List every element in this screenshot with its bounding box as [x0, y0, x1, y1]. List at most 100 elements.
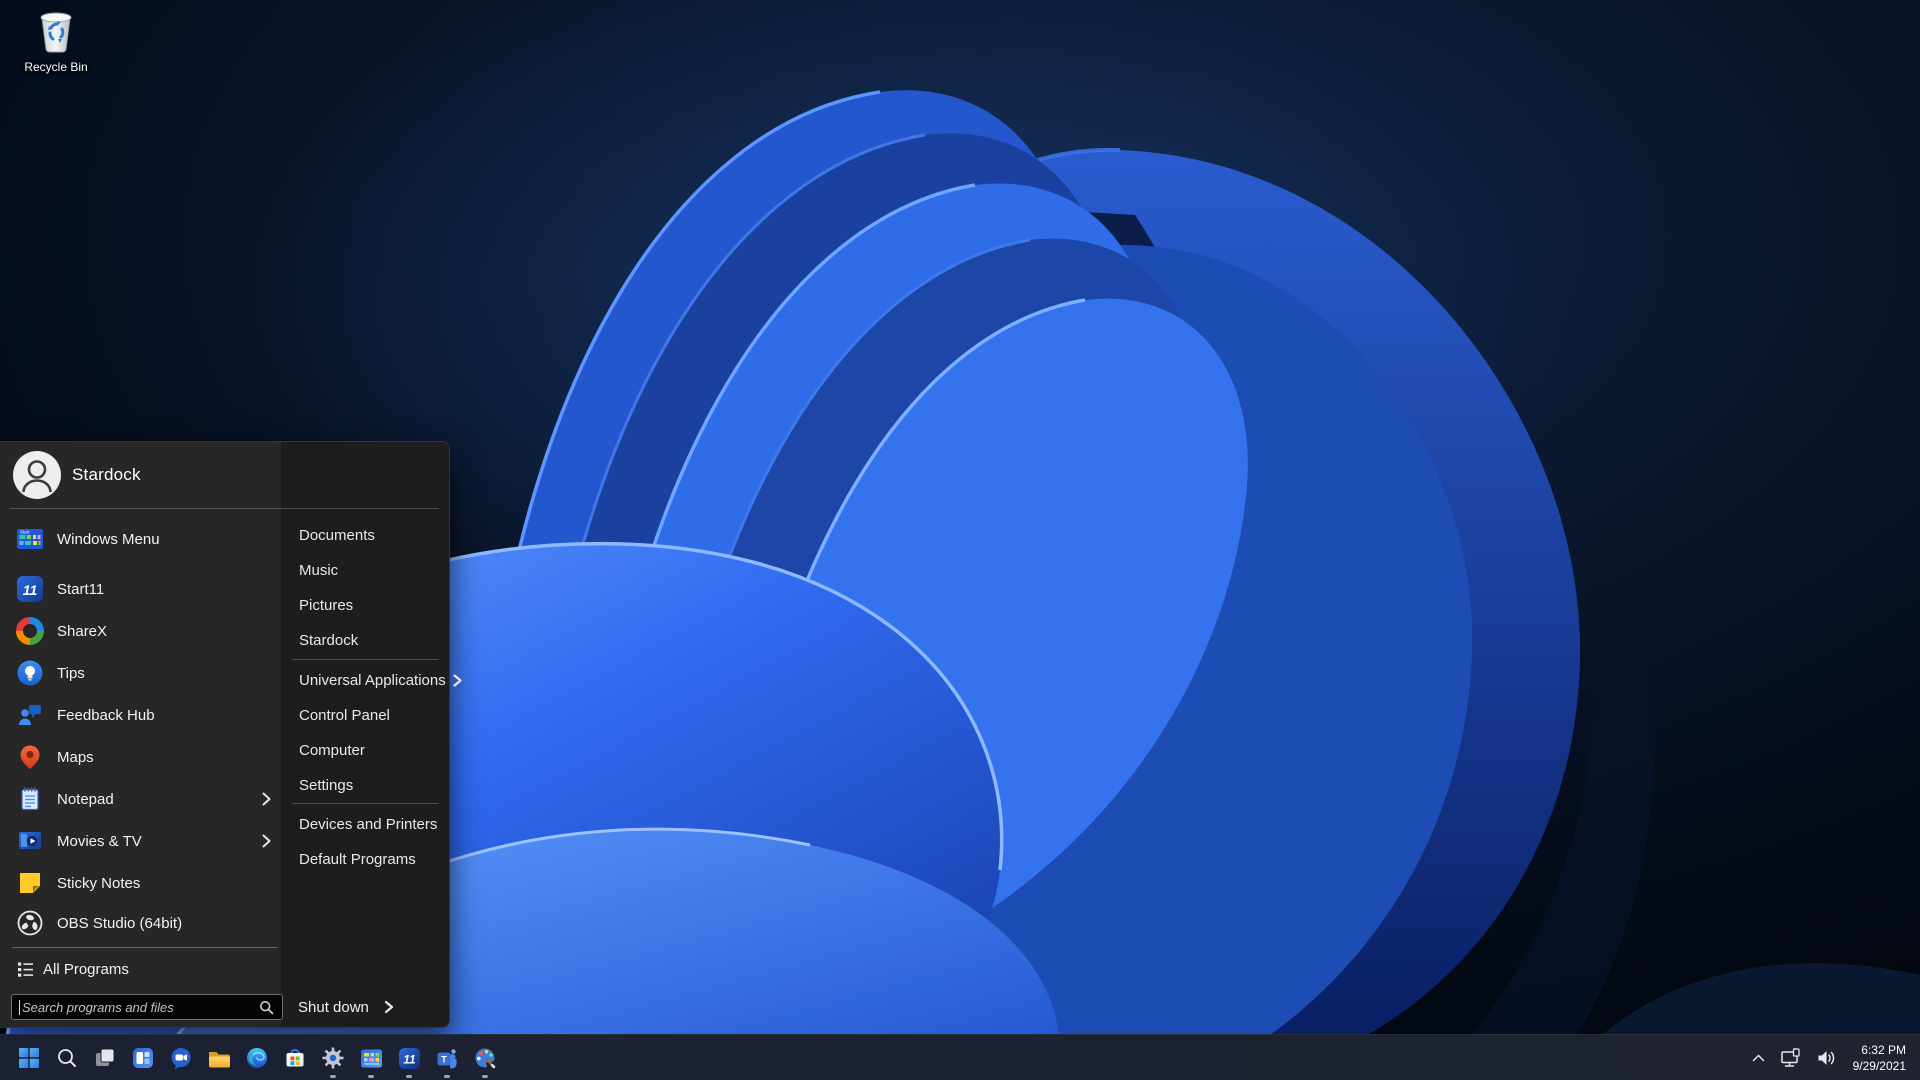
search-icon — [58, 1049, 76, 1067]
windows-menu-app-button[interactable] — [352, 1035, 390, 1080]
user-avatar[interactable] — [13, 451, 61, 499]
svg-text:11: 11 — [403, 1052, 416, 1066]
tray-expand-button[interactable] — [1749, 1049, 1768, 1067]
menu-item-devices-and-printers[interactable]: Devices and Printers — [281, 807, 450, 841]
right-column-divider — [292, 659, 438, 660]
menu-item-pictures[interactable]: Pictures — [281, 588, 450, 622]
taskbar-search-button[interactable] — [48, 1035, 86, 1080]
chevron-up-icon — [1752, 1054, 1764, 1062]
teams-button[interactable]: T — [428, 1035, 466, 1080]
menu-item-documents[interactable]: Documents — [281, 518, 450, 552]
movies-tv-icon — [16, 827, 44, 855]
menu-item-obs-studio[interactable]: OBS Studio (64bit) — [0, 902, 281, 944]
store-icon — [286, 1049, 304, 1067]
all-programs-button[interactable]: All Programs — [0, 955, 281, 983]
widgets-button[interactable] — [124, 1035, 162, 1080]
menu-item-label: Tips — [57, 664, 85, 682]
desktop-screen: Recycle Bin Stardock Start Windows Menu — [0, 0, 1920, 1080]
menu-item-music[interactable]: Music — [281, 553, 450, 587]
desktop-icon-recycle-bin[interactable]: Recycle Bin — [20, 6, 92, 74]
start11-icon: 11 — [398, 1047, 420, 1069]
all-programs-label: All Programs — [43, 960, 129, 978]
start11-app-button[interactable]: 11 — [390, 1035, 428, 1080]
menu-item-label: Feedback Hub — [57, 706, 155, 724]
taskbar-clock[interactable]: 6:32 PM 9/29/2021 — [1849, 1042, 1906, 1074]
menu-item-computer[interactable]: Computer — [281, 733, 450, 767]
paint-button[interactable] — [466, 1035, 504, 1080]
network-tray-button[interactable] — [1777, 1044, 1804, 1072]
all-programs-icon — [17, 961, 34, 978]
menu-item-start11[interactable]: 11 Start11 — [0, 568, 281, 610]
system-tray: 6:32 PM 9/29/2021 — [1749, 1035, 1920, 1080]
menu-item-notepad[interactable]: Notepad — [0, 778, 281, 820]
settings-button[interactable] — [314, 1035, 352, 1080]
taskbar-icons: 11 T — [10, 1035, 504, 1080]
user-name: Stardock — [72, 465, 141, 484]
taskbar: 11 T 6:32 PM 9/29/2021 — [0, 1034, 1920, 1080]
menu-item-settings[interactable]: Settings — [281, 768, 450, 802]
shutdown-button[interactable]: Shut down — [281, 993, 450, 1021]
left-column-divider — [12, 947, 278, 948]
menu-item-label: Music — [299, 561, 339, 579]
start-button[interactable] — [10, 1035, 48, 1080]
start-search-box[interactable] — [11, 994, 283, 1020]
menu-item-label: Windows Menu — [57, 530, 160, 548]
svg-text:Start: Start — [20, 530, 30, 535]
chevron-right-icon — [262, 792, 271, 806]
edge-button[interactable] — [238, 1035, 276, 1080]
task-view-button[interactable] — [86, 1035, 124, 1080]
menu-item-label: Universal Applications — [299, 671, 446, 689]
chevron-right-icon — [384, 1000, 394, 1014]
menu-item-label: Computer — [299, 741, 365, 759]
speaker-icon — [1818, 1051, 1834, 1065]
paint-palette-icon — [475, 1048, 496, 1069]
chevron-right-icon — [262, 834, 271, 848]
menu-item-label: Settings — [299, 776, 354, 794]
menu-item-label: Stardock — [299, 631, 359, 649]
magnifier-icon — [259, 1000, 274, 1020]
menu-item-label: Devices and Printers — [299, 815, 438, 833]
menu-item-label: Notepad — [57, 790, 114, 808]
menu-item-movies-tv[interactable]: Movies & TV — [0, 820, 281, 862]
menu-item-default-programs[interactable]: Default Programs — [281, 842, 450, 876]
task-view-icon — [96, 1048, 115, 1066]
tips-icon — [16, 659, 44, 687]
recycle-bin-icon — [35, 6, 77, 59]
menu-item-label: Maps — [57, 748, 94, 766]
store-button[interactable] — [276, 1035, 314, 1080]
feedback-hub-icon — [16, 701, 44, 729]
menu-item-label: Pictures — [299, 596, 354, 614]
file-explorer-button[interactable] — [200, 1035, 238, 1080]
menu-item-label: Control Panel — [299, 706, 390, 724]
windows-logo-icon — [19, 1048, 39, 1068]
menu-item-label: Documents — [299, 526, 375, 544]
menu-item-sharex[interactable]: ShareX — [0, 610, 281, 652]
menu-item-sticky-notes[interactable]: Sticky Notes — [0, 862, 281, 904]
menu-item-label: OBS Studio (64bit) — [57, 914, 183, 932]
maps-icon — [16, 743, 44, 771]
volume-tray-button[interactable] — [1813, 1044, 1840, 1072]
search-input[interactable] — [22, 995, 252, 1019]
gear-icon — [322, 1047, 344, 1069]
menu-item-control-panel[interactable]: Control Panel — [281, 698, 450, 732]
right-column-divider — [292, 803, 438, 804]
start11-icon: 11 — [16, 575, 44, 603]
svg-text:T: T — [441, 1055, 447, 1065]
teams-icon: T — [437, 1049, 457, 1069]
clock-time: 6:32 PM — [1861, 1042, 1906, 1057]
network-icon — [1780, 1048, 1800, 1067]
obs-studio-icon — [16, 909, 44, 937]
menu-item-universal-applications[interactable]: Universal Applications — [281, 663, 462, 697]
start-menu-user-header[interactable]: Stardock — [0, 442, 449, 508]
windows-menu-icon: Start — [16, 525, 44, 553]
svg-text:11: 11 — [23, 582, 38, 598]
chat-icon — [171, 1048, 191, 1070]
menu-item-maps[interactable]: Maps — [0, 736, 281, 778]
menu-item-stardock-folder[interactable]: Stardock — [281, 623, 450, 657]
menu-item-tips[interactable]: Tips — [0, 652, 281, 694]
chat-button[interactable] — [162, 1035, 200, 1080]
menu-item-label: Start11 — [57, 580, 105, 598]
menu-item-windows-menu[interactable]: Start Windows Menu — [0, 518, 281, 560]
shutdown-label: Shut down — [298, 998, 369, 1016]
menu-item-feedback-hub[interactable]: Feedback Hub — [0, 694, 281, 736]
